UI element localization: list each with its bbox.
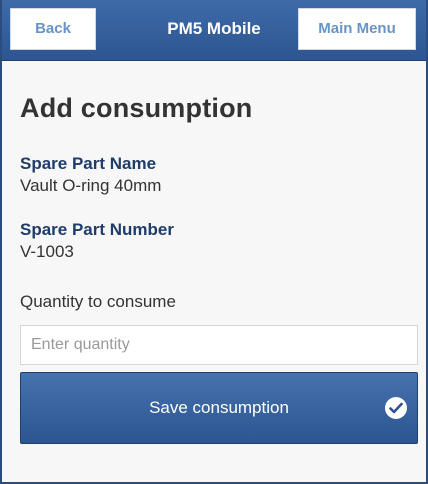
save-consumption-label: Save consumption [149, 398, 289, 417]
save-consumption-button[interactable]: Save consumption [20, 372, 418, 444]
page-content: Add consumption Spare Part Name Vault O-… [2, 61, 426, 482]
spare-part-name-label: Spare Part Name [20, 154, 157, 173]
check-circle-icon [385, 397, 407, 419]
main-menu-button[interactable]: Main Menu [298, 8, 416, 50]
spare-part-number-value: V-1003 [20, 242, 74, 261]
spare-part-name-value: Vault O-ring 40mm [20, 176, 162, 195]
quantity-input[interactable] [20, 325, 418, 365]
page-title: Add consumption [20, 93, 253, 123]
quantity-label: Quantity to consume [20, 292, 176, 311]
spare-part-number-label: Spare Part Number [20, 220, 174, 239]
app-title: PM5 Mobile [167, 19, 261, 38]
back-button[interactable]: Back [10, 8, 96, 50]
header-bar: Back PM5 Mobile Main Menu [2, 0, 426, 61]
app-frame: Back PM5 Mobile Main Menu Add consumptio… [0, 0, 428, 484]
